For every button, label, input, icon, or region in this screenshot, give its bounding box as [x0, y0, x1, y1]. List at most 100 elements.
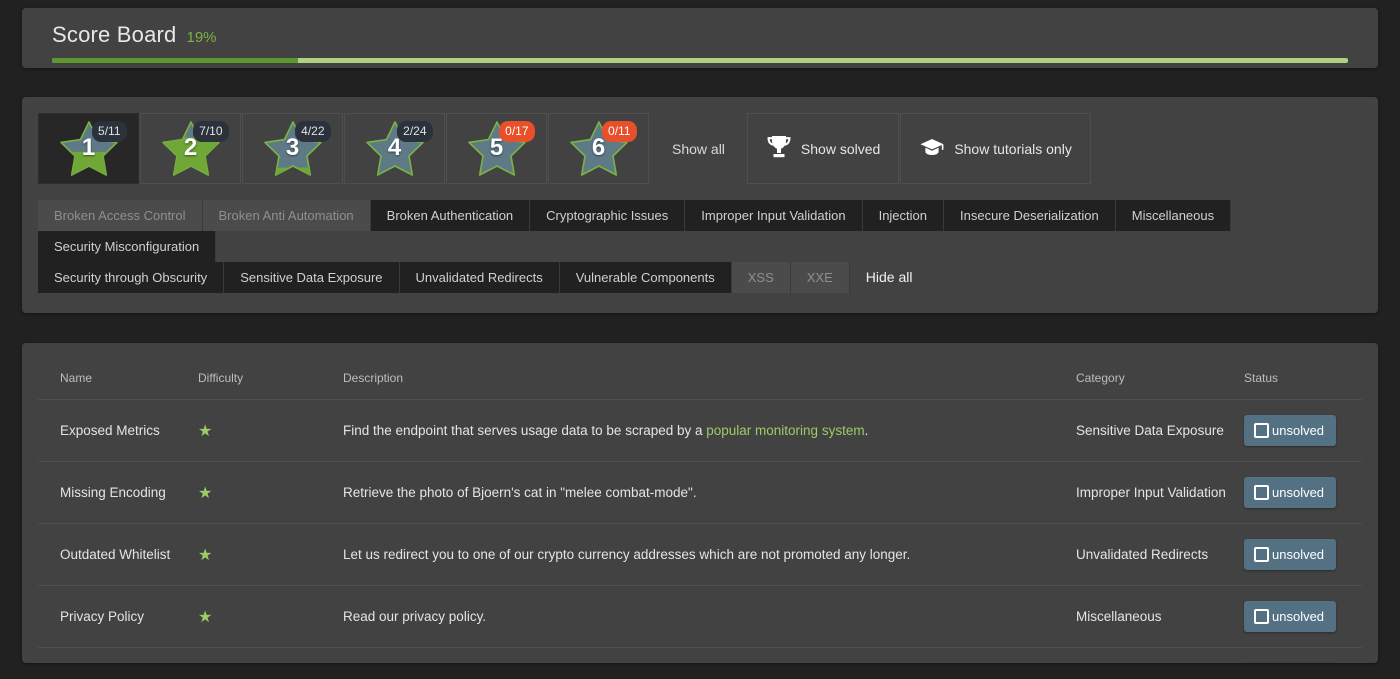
status-label: unsolved	[1272, 609, 1325, 624]
level-star-2: 2 7/10	[160, 120, 229, 178]
cell-status: unsolved	[1244, 461, 1362, 524]
level-star-5: 5 0/17	[466, 120, 535, 178]
category-tag-security-through-obscurity[interactable]: Security through Obscurity	[38, 262, 225, 293]
column-header-name[interactable]: Name	[38, 343, 198, 400]
trophy-icon	[766, 135, 792, 162]
column-header-difficulty[interactable]: Difficulty	[198, 343, 343, 400]
table-row[interactable]: Outdated Whitelist ★ Let us redirect you t…	[38, 523, 1362, 586]
cell-difficulty: ★	[198, 647, 343, 663]
status-badge[interactable]: unsolved	[1244, 477, 1337, 508]
show-tutorials-button[interactable]: Show tutorials only	[900, 113, 1091, 184]
cell-name: Privacy Policy	[38, 585, 198, 648]
column-header-description[interactable]: Description	[343, 343, 1076, 400]
cell-difficulty: ★	[198, 461, 343, 524]
level-star-4: 4 2/24	[364, 120, 433, 178]
cell-description: Retrieve the photo of Bjoern's cat in "m…	[343, 461, 1076, 524]
cell-status: unsolved	[1244, 399, 1362, 462]
show-solved-label: Show solved	[800, 140, 881, 157]
level-star-3: 3 4/22	[262, 120, 331, 178]
checkbox-icon	[1254, 485, 1269, 500]
cell-status: unsolved	[1244, 523, 1362, 586]
level-progress-badge: 0/11	[602, 120, 637, 142]
category-tag-improper-input-validation[interactable]: Improper Input Validation	[685, 200, 863, 231]
challenges-table-head: Name Difficulty Description Category Sta…	[38, 343, 1362, 400]
scoreboard-title-row: Score Board 19%	[38, 22, 1362, 48]
overall-progress-fill	[52, 58, 299, 63]
level-tile-6[interactable]: 6 0/11	[548, 113, 649, 184]
challenges-table: Name Difficulty Description Category Sta…	[38, 343, 1362, 663]
level-progress-badge: 7/10	[193, 120, 229, 142]
status-label: unsolved	[1272, 547, 1325, 562]
cell-name: Exposed Metrics	[38, 399, 198, 462]
category-tag-xss[interactable]: XSS	[731, 262, 791, 293]
category-tag-broken-anti-automation[interactable]: Broken Anti Automation	[202, 200, 371, 231]
show-all-button[interactable]: Show all	[650, 113, 747, 184]
hide-all-button[interactable]: Hide all	[850, 262, 929, 293]
cell-name: Missing Encoding	[38, 461, 198, 524]
cell-category: Unvalidated Redirects	[1076, 523, 1244, 586]
level-progress-badge: 0/17	[499, 120, 535, 142]
table-row[interactable]: Repetitive Registration★Follow the DRY p…	[38, 647, 1362, 663]
cell-category: Improper Input Validation	[1076, 461, 1244, 524]
level-star-1: 1 5/11	[58, 120, 127, 178]
description-text: Find the endpoint that serves usage data…	[343, 423, 707, 438]
page-title: Score Board	[52, 22, 177, 47]
level-tile-1[interactable]: 1 5/11	[38, 113, 139, 184]
challenges-table-body: Exposed Metrics ★ Find the endpoint that s…	[38, 399, 1362, 663]
level-tile-5[interactable]: 5 0/17	[446, 113, 547, 184]
category-tag-xxe[interactable]: XXE	[790, 262, 850, 293]
show-solved-button[interactable]: Show solved	[746, 113, 900, 184]
difficulty-star-icon: ★	[198, 546, 215, 564]
cell-description: Let us redirect you to one of our crypto…	[343, 523, 1076, 586]
level-tile-2[interactable]: 2 7/10	[140, 113, 241, 184]
level-progress-badge: 5/11	[92, 120, 127, 142]
column-header-status[interactable]: Status	[1244, 343, 1362, 400]
checkbox-icon	[1254, 609, 1269, 624]
overall-progress-bar	[52, 58, 1348, 63]
difficulty-star-icon: ★	[198, 608, 215, 626]
level-tile-3[interactable]: 3 4/22	[242, 113, 343, 184]
table-row[interactable]: Missing Encoding ★ Retrieve the photo of B…	[38, 461, 1362, 524]
category-tag-unvalidated-redirects[interactable]: Unvalidated Redirects	[399, 262, 560, 293]
description-link[interactable]: popular monitoring system	[706, 423, 864, 438]
show-tutorials-label: Show tutorials only	[954, 140, 1072, 157]
category-tag-miscellaneous[interactable]: Miscellaneous	[1115, 200, 1232, 231]
description-text-tail: .	[864, 423, 869, 438]
level-tile-4[interactable]: 4 2/24	[344, 113, 445, 184]
category-tag-injection[interactable]: Injection	[862, 200, 944, 231]
table-row[interactable]: Privacy Policy ★ Read our privacy policy. M…	[38, 585, 1362, 648]
category-tag-insecure-deserialization[interactable]: Insecure Deserialization	[944, 200, 1116, 231]
description-text: Read our privacy policy.	[343, 609, 487, 624]
checkbox-icon	[1254, 547, 1269, 562]
cell-status: unsolved	[1244, 585, 1362, 648]
category-filter-tags: Broken Access Control Broken Anti Automat…	[22, 192, 1378, 313]
category-tag-cryptographic-issues[interactable]: Cryptographic Issues	[530, 200, 686, 231]
cell-difficulty: ★	[198, 399, 343, 462]
cell-name: Repetitive Registration	[38, 647, 198, 663]
graduation-cap-icon	[919, 137, 945, 160]
difficulty-level-selector: 1 5/11 2 7/10 3 4/22 4 2/24 5 0/17 6 0/11 Show all S…	[22, 97, 1378, 192]
column-header-category[interactable]: Category	[1076, 343, 1244, 400]
category-tag-broken-access-control[interactable]: Broken Access Control	[38, 200, 203, 231]
status-label: unsolved	[1272, 423, 1325, 438]
status-badge[interactable]: unsolved	[1244, 415, 1337, 446]
status-badge[interactable]: unsolved	[1244, 539, 1337, 570]
score-board-page: Score Board 19% 1 5/11 2 7/10 3 4/22 4 2/24 5 0/1…	[0, 8, 1400, 679]
difficulty-star-icon: ★	[198, 422, 215, 440]
category-tag-vulnerable-components[interactable]: Vulnerable Components	[559, 262, 732, 293]
category-tag-broken-authentication[interactable]: Broken Authentication	[370, 200, 531, 231]
cell-status: unsolved	[1244, 647, 1362, 663]
checkbox-icon	[1254, 423, 1269, 438]
status-badge[interactable]: unsolved	[1244, 601, 1337, 632]
cell-category: Improper Input Validation	[1076, 647, 1244, 663]
table-row[interactable]: Exposed Metrics ★ Find the endpoint that s…	[38, 399, 1362, 462]
cell-description: Find the endpoint that serves usage data…	[343, 399, 1076, 462]
cell-category: Sensitive Data Exposure	[1076, 399, 1244, 462]
category-tag-row-2: Security through Obscurity Sensitive Data…	[38, 262, 1362, 293]
category-tag-security-misconfiguration[interactable]: Security Misconfiguration	[38, 231, 217, 262]
difficulty-star-icon: ★	[198, 484, 215, 502]
category-tag-sensitive-data-exposure[interactable]: Sensitive Data Exposure	[224, 262, 400, 293]
description-text: Let us redirect you to one of our crypto…	[343, 547, 911, 562]
cell-difficulty: ★	[198, 523, 343, 586]
description-text: Retrieve the photo of Bjoern's cat in "m…	[343, 485, 697, 500]
